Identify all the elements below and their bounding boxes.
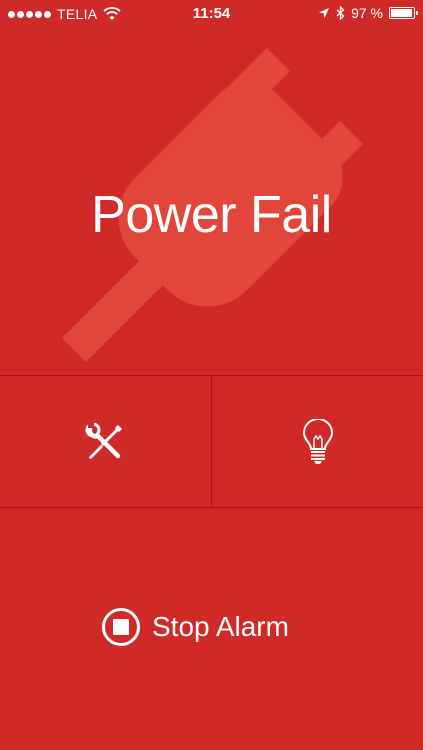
stop-alarm-button[interactable]: Stop Alarm <box>102 608 289 646</box>
lightbulb-icon <box>302 418 333 464</box>
settings-button[interactable] <box>0 376 211 507</box>
battery-percentage: 97 % <box>351 5 383 21</box>
battery-icon <box>389 7 418 19</box>
bluetooth-icon <box>336 6 345 20</box>
alarm-hero: Power Fail <box>0 30 423 375</box>
light-button[interactable] <box>212 376 423 507</box>
stop-icon <box>102 608 140 646</box>
status-right: 97 % <box>318 5 418 21</box>
status-bar: TELIA 11:54 97 % <box>0 0 423 30</box>
alarm-title: Power Fail <box>91 186 332 244</box>
location-arrow-icon <box>319 8 330 18</box>
stop-alarm-label: Stop Alarm <box>152 611 289 642</box>
tools-icon <box>85 420 122 459</box>
battery-fill <box>391 9 413 17</box>
stop-area: Stop Alarm <box>0 508 423 750</box>
